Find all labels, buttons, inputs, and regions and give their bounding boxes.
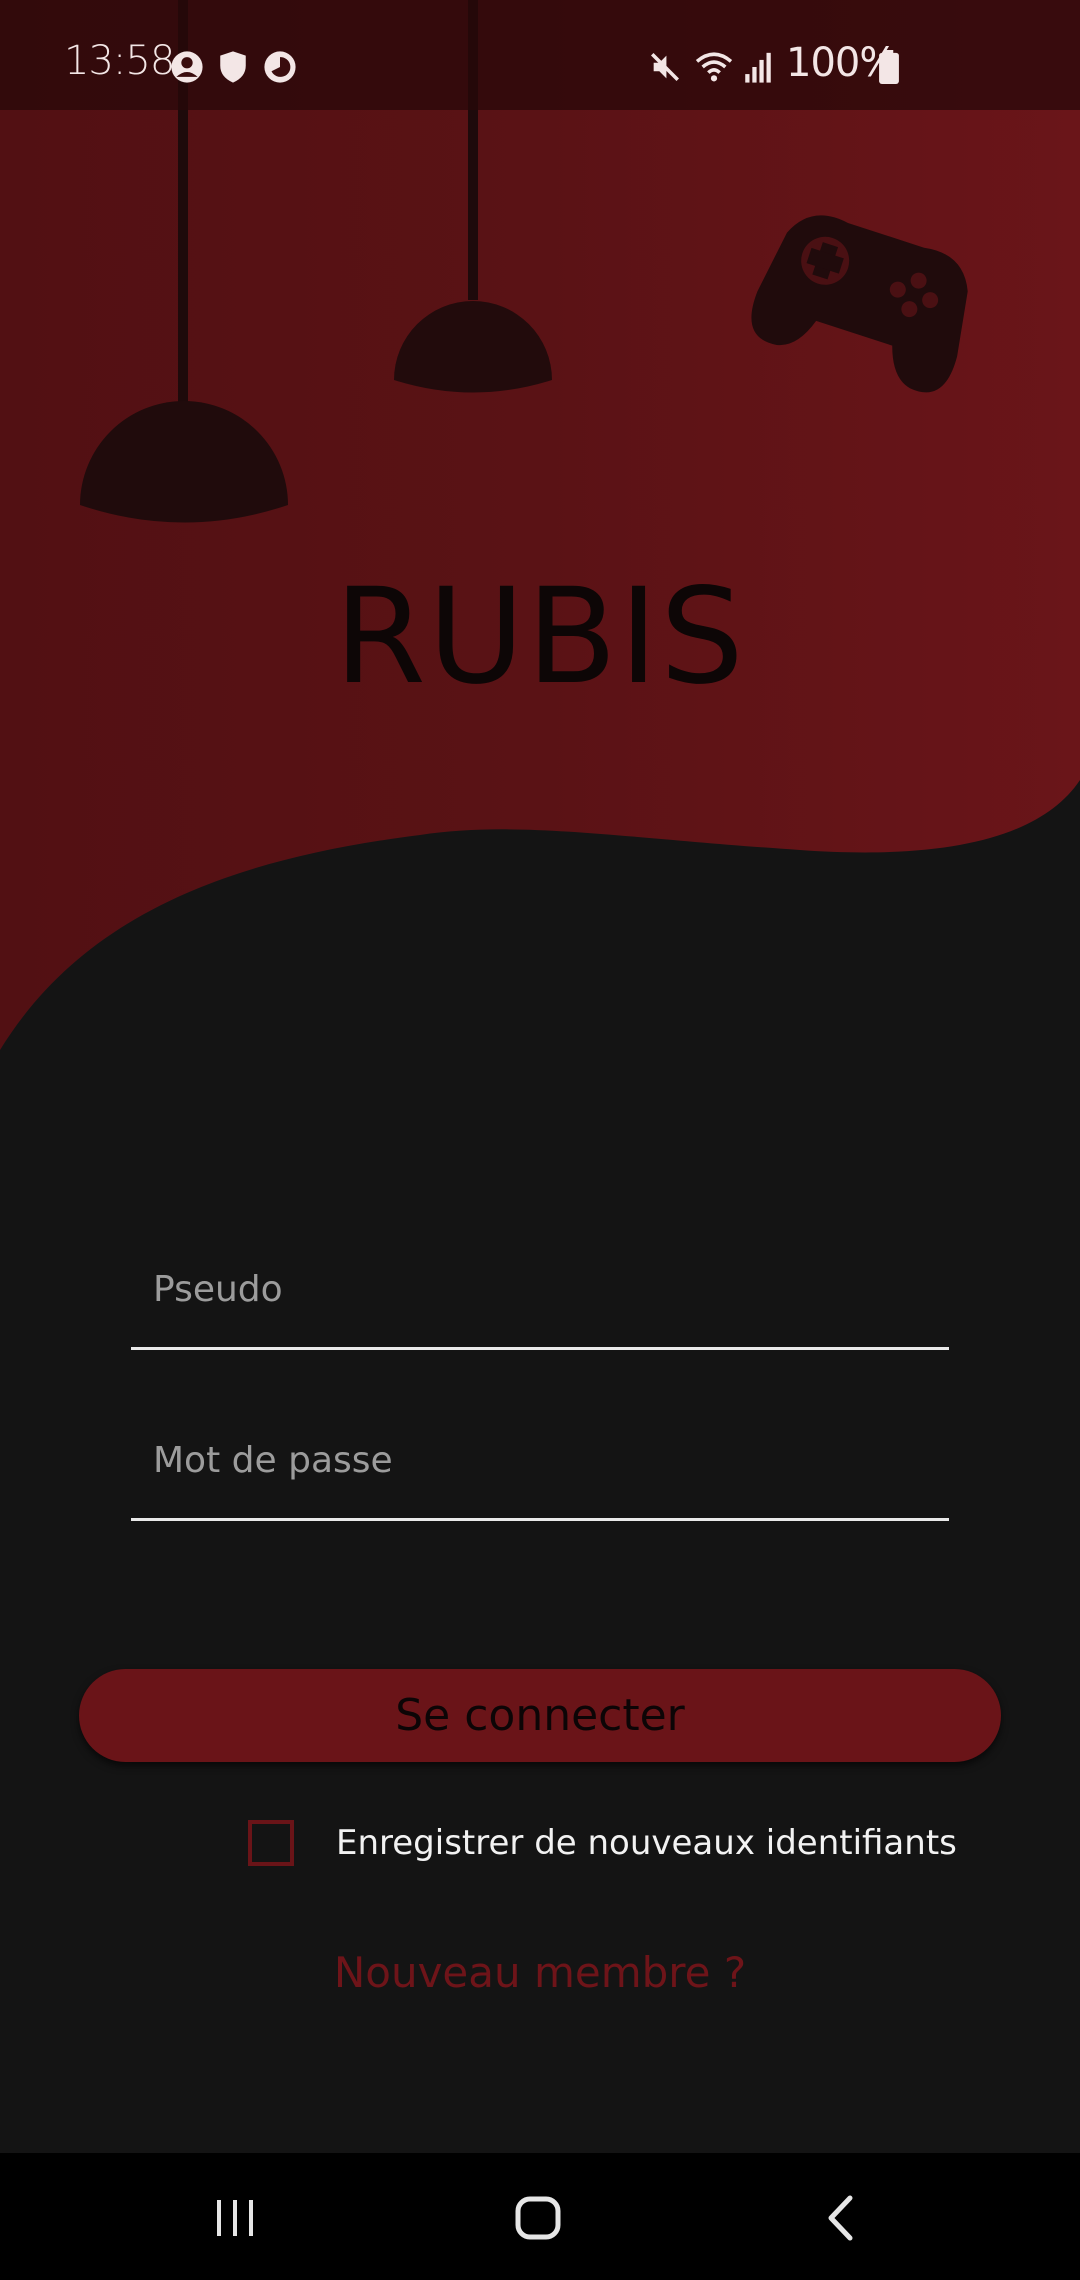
mute-icon <box>648 50 682 84</box>
login-button[interactable]: Se connecter <box>79 1669 1001 1762</box>
status-time: 13:58 <box>64 38 175 84</box>
remember-checkbox[interactable] <box>248 1820 294 1866</box>
hero-background <box>0 0 1080 1100</box>
username-field[interactable] <box>131 1250 949 1350</box>
remember-label: Enregistrer de nouveaux identifiants <box>336 1823 957 1863</box>
account-circle-icon <box>170 50 204 84</box>
signup-link[interactable]: Nouveau membre ? <box>0 1948 1080 1997</box>
remember-credentials-row[interactable]: Enregistrer de nouveaux identifiants <box>248 1815 957 1871</box>
data-saver-icon <box>263 50 297 84</box>
navigation-bar <box>0 2153 1080 2280</box>
home-icon[interactable] <box>488 2183 588 2253</box>
status-bar: 13:58 100% <box>0 0 1080 110</box>
battery-icon <box>878 50 900 84</box>
username-input[interactable] <box>153 1259 933 1319</box>
password-field[interactable] <box>131 1421 949 1521</box>
app-title: RUBIS <box>334 560 746 714</box>
password-input[interactable] <box>153 1430 933 1490</box>
recents-icon[interactable] <box>185 2183 285 2253</box>
back-icon[interactable] <box>790 2183 890 2253</box>
login-button-label: Se connecter <box>395 1690 685 1741</box>
shield-icon <box>218 50 248 84</box>
wifi-icon <box>694 50 734 84</box>
signal-icon <box>742 50 774 84</box>
